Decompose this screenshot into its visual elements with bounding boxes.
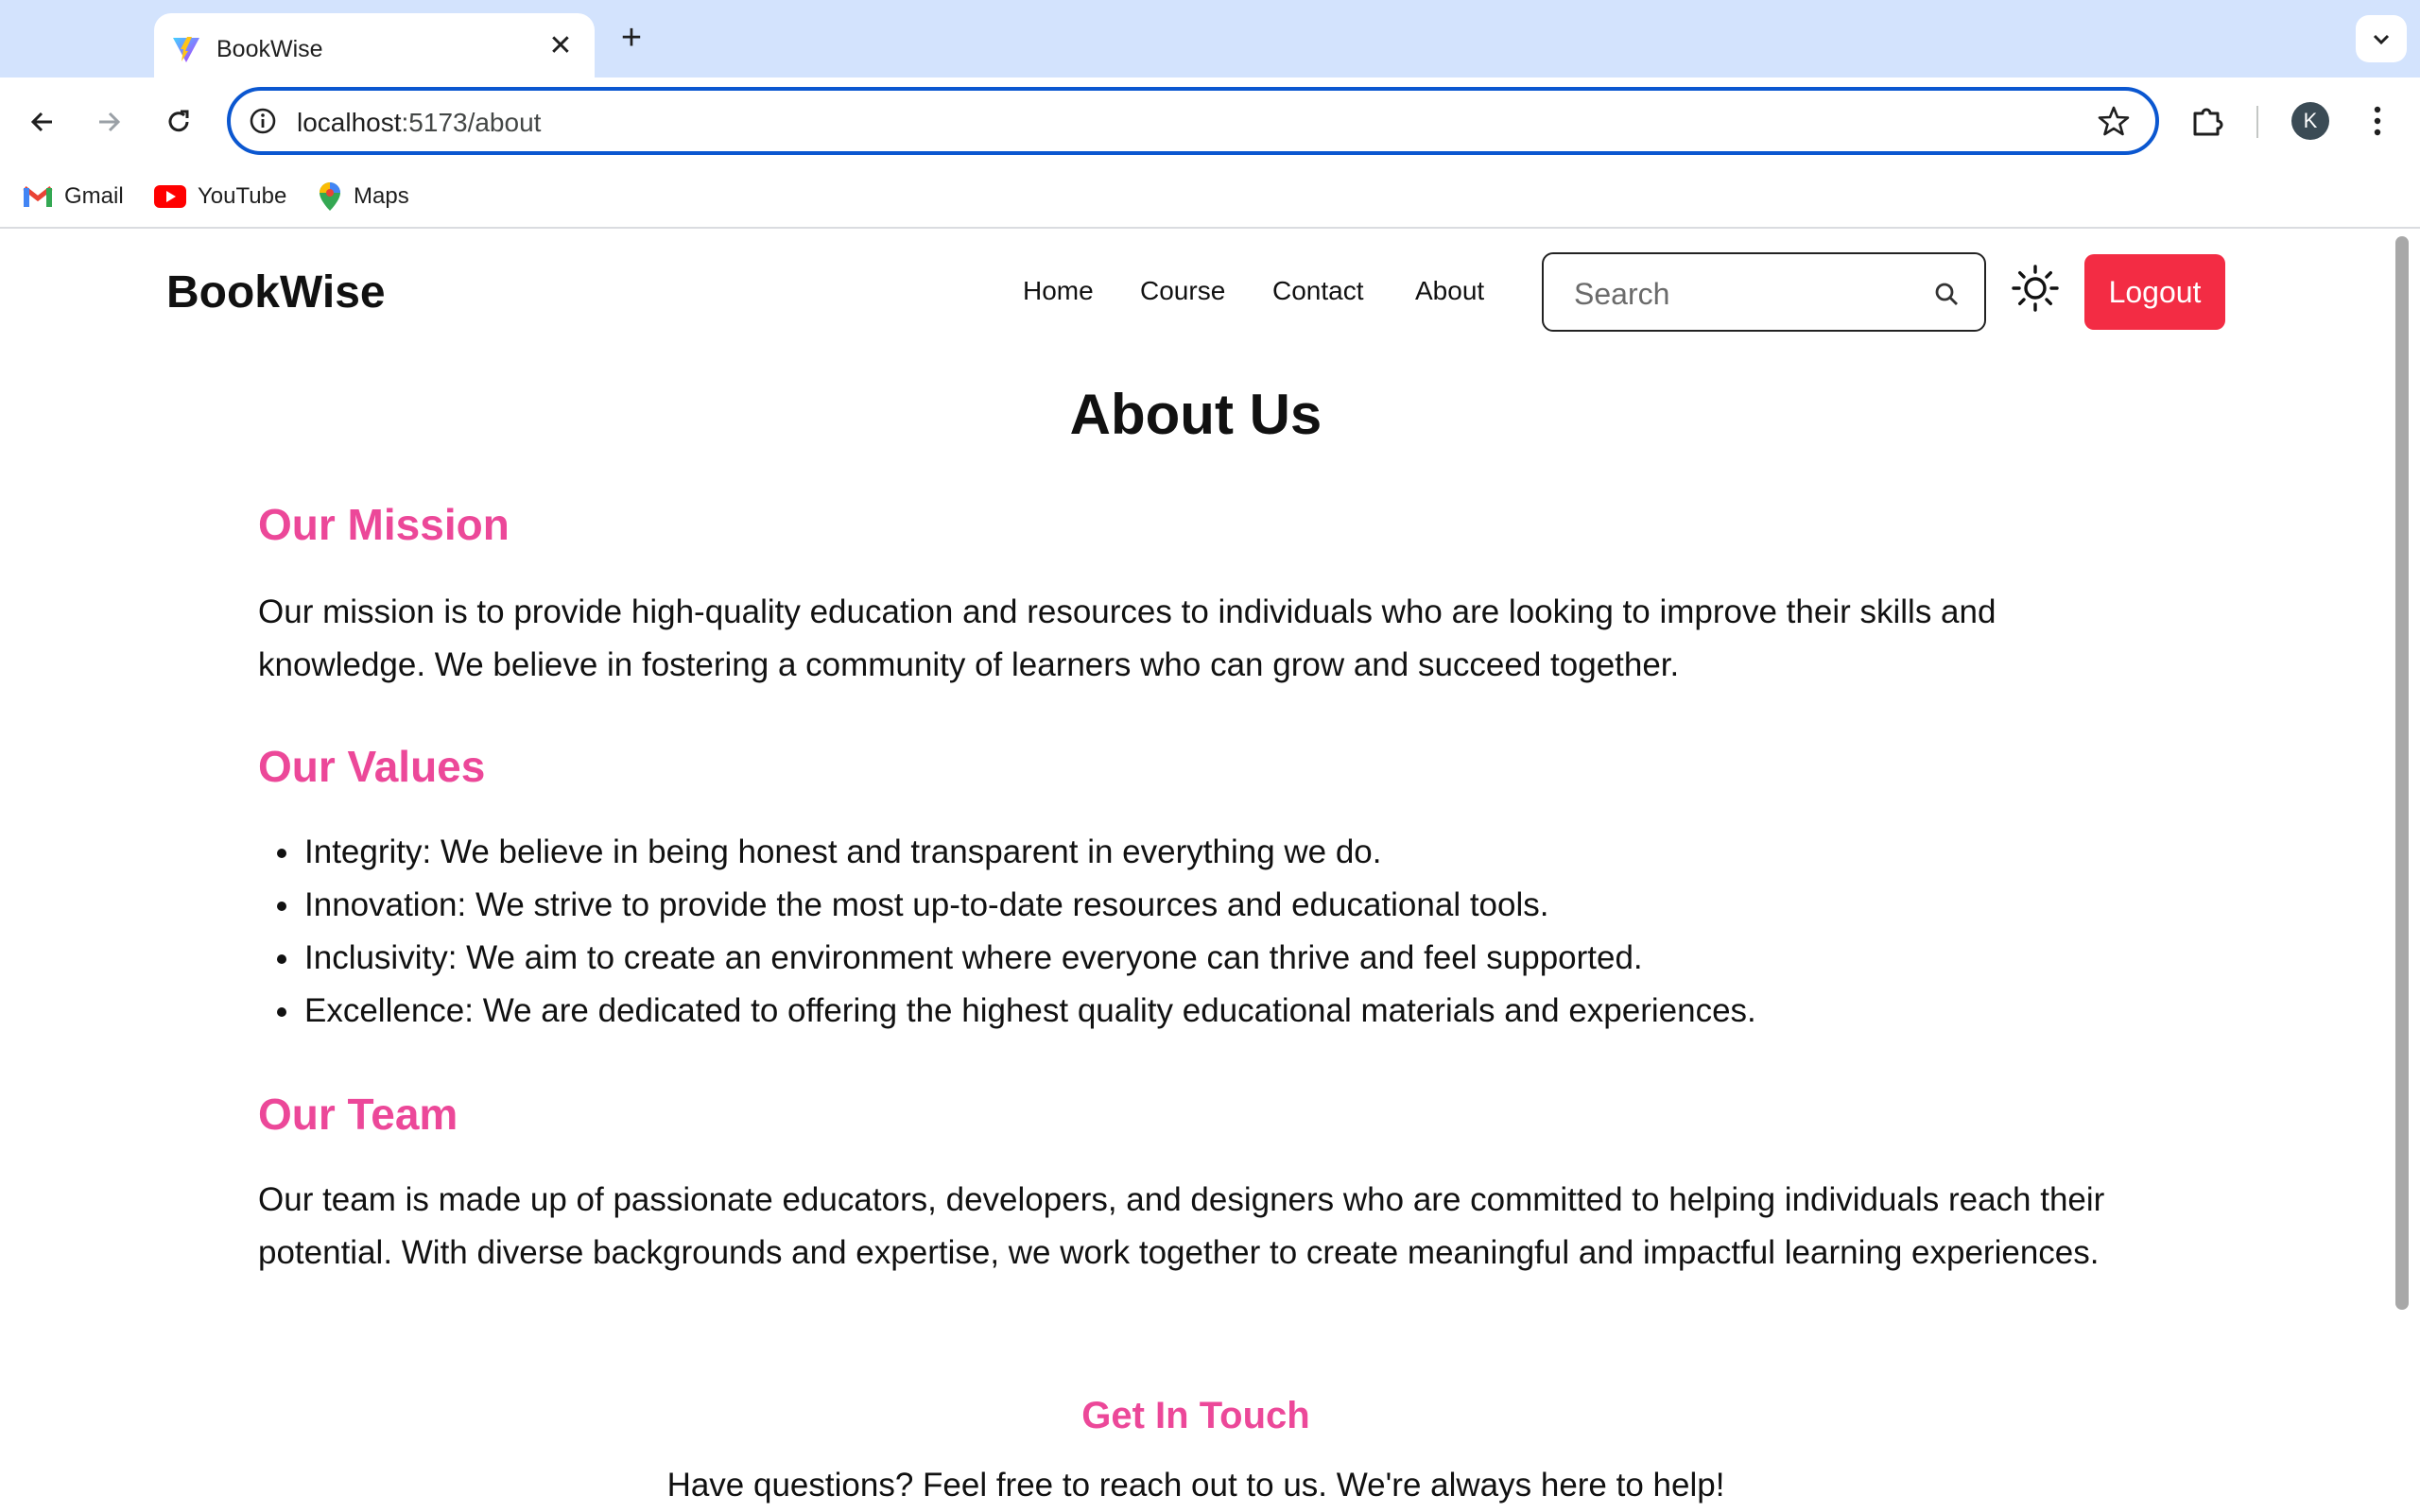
list-item: Innovation: We strive to provide the mos… <box>302 879 2099 932</box>
reload-icon[interactable] <box>155 98 202 146</box>
search-input[interactable]: Search <box>1542 252 1986 332</box>
contact-heading: Get In Touch <box>1081 1395 1310 1436</box>
nav-contact[interactable]: Contact <box>1272 276 1364 306</box>
bookmarks-bar: Gmail YouTube Maps <box>0 166 2420 229</box>
bookmark-youtube[interactable]: YouTube <box>154 180 286 214</box>
list-item: Inclusivity: We aim to create an environ… <box>302 932 2099 985</box>
team-heading: Our Team <box>258 1090 458 1139</box>
extensions-puzzle-icon[interactable] <box>2189 102 2227 140</box>
gmail-icon <box>23 186 53 207</box>
page-scrollbar[interactable] <box>2395 236 2409 1310</box>
youtube-icon <box>154 185 186 208</box>
profile-avatar[interactable]: K <box>2291 102 2329 140</box>
mission-text: Our mission is to provide high-quality e… <box>258 593 1996 683</box>
bookmark-maps[interactable]: Maps <box>318 180 409 214</box>
tab-strip: BookWise ✕ + <box>0 0 2420 77</box>
browser-tab[interactable]: BookWise ✕ <box>154 13 595 77</box>
tab-search-chevron-icon[interactable] <box>2356 15 2407 62</box>
vite-favicon-icon <box>173 37 199 62</box>
maps-icon <box>320 182 340 211</box>
list-item: Excellence: We are dedicated to offering… <box>302 985 2099 1038</box>
forward-arrow-icon[interactable] <box>85 98 132 146</box>
back-arrow-icon[interactable] <box>19 98 66 146</box>
nav-home[interactable]: Home <box>1023 276 1094 306</box>
toolbar-divider <box>2256 106 2258 138</box>
search-icon[interactable] <box>1933 281 1960 307</box>
page-title: About Us <box>1069 383 1322 446</box>
url-text: localhost:5173/about <box>297 108 542 137</box>
bookmark-star-icon[interactable] <box>2097 104 2131 138</box>
browser-toolbar: localhost:5173/about K <box>0 77 2420 166</box>
address-bar[interactable]: localhost:5173/about <box>227 87 2159 155</box>
values-heading: Our Values <box>258 742 486 791</box>
new-tab-icon[interactable]: + <box>613 18 650 58</box>
tab-title: BookWise <box>216 36 323 62</box>
bookmark-gmail[interactable]: Gmail <box>23 180 124 214</box>
logout-button[interactable]: Logout <box>2084 254 2225 330</box>
mission-heading: Our Mission <box>258 500 510 549</box>
contact-text: Have questions? Feel free to reach out t… <box>666 1467 1725 1503</box>
site-logo[interactable]: BookWise <box>166 266 386 318</box>
browser-menu-kebab-icon[interactable] <box>2363 102 2392 140</box>
list-item: Integrity: We believe in being honest an… <box>302 826 2099 879</box>
tab-close-icon[interactable]: ✕ <box>544 28 578 62</box>
nav-about[interactable]: About <box>1415 276 1484 306</box>
team-text: Our team is made up of passionate educat… <box>258 1181 2105 1271</box>
nav-course[interactable]: Course <box>1140 276 1225 306</box>
values-list: Integrity: We believe in being honest an… <box>302 826 2099 1038</box>
page-viewport: BookWise Home Course Contact About Searc… <box>0 231 2407 1512</box>
site-info-icon[interactable] <box>246 104 280 138</box>
search-placeholder: Search <box>1574 277 1670 311</box>
theme-toggle-sun-icon[interactable] <box>2012 265 2059 312</box>
